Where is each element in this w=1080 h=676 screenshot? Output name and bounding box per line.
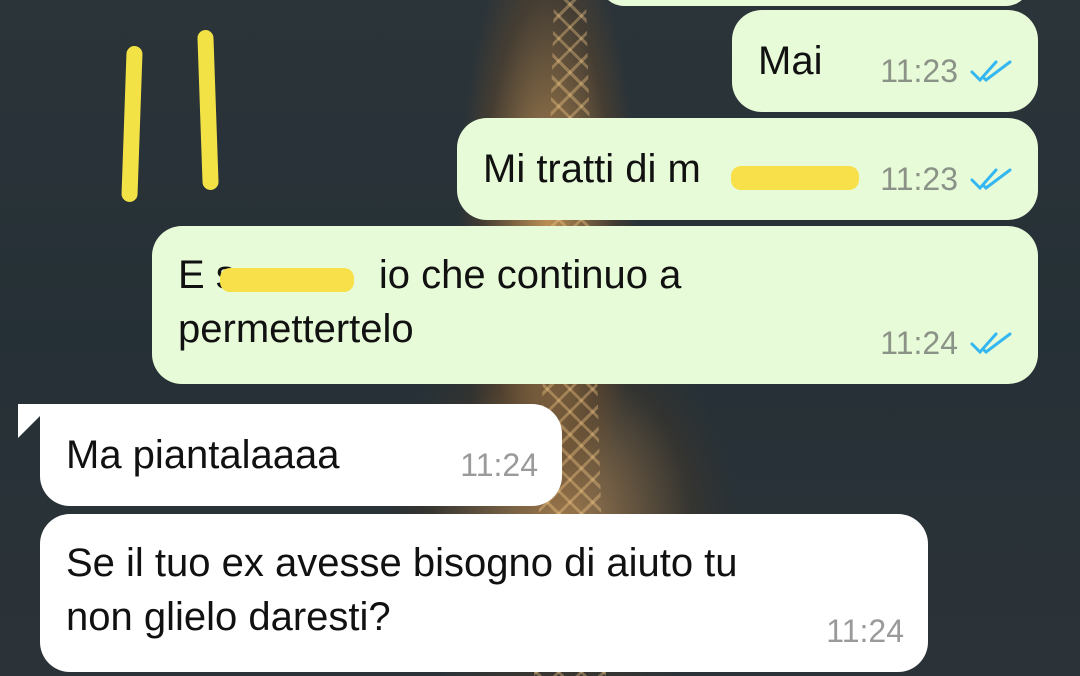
message-time: 11:24 — [460, 447, 538, 483]
message-text: E s io che continuo a permettertelo — [178, 248, 681, 356]
double-check-icon — [970, 168, 1012, 191]
message-bubble-outgoing[interactable]: Mi tratti di m 11:23 — [457, 118, 1038, 220]
message-time: 11:23 — [880, 161, 958, 197]
double-check-icon — [970, 60, 1012, 83]
redaction-highlight — [220, 268, 354, 292]
double-check-icon — [970, 332, 1012, 355]
message-text: Mai — [758, 39, 823, 83]
message-bubble-incoming[interactable]: Se il tuo ex avesse bisogno di aiuto tu … — [40, 514, 928, 672]
message-time: 11:24 — [880, 325, 958, 361]
message-time: 11:23 — [880, 53, 958, 89]
message-time: 11:24 — [826, 613, 904, 649]
partial-message-bubble — [600, 0, 1030, 6]
redaction-highlight — [731, 166, 859, 190]
message-bubble-outgoing[interactable]: Mai 11:23 — [732, 10, 1038, 112]
message-text: Mi tratti di m — [483, 147, 701, 191]
message-text: Ma piantalaaaa — [66, 433, 340, 477]
message-bubble-outgoing[interactable]: E s io che continuo a permettertelo 11:2… — [152, 226, 1038, 384]
message-text: Se il tuo ex avesse bisogno di aiuto tu … — [66, 541, 738, 639]
message-bubble-incoming[interactable]: Ma piantalaaaa 11:24 — [40, 404, 562, 506]
